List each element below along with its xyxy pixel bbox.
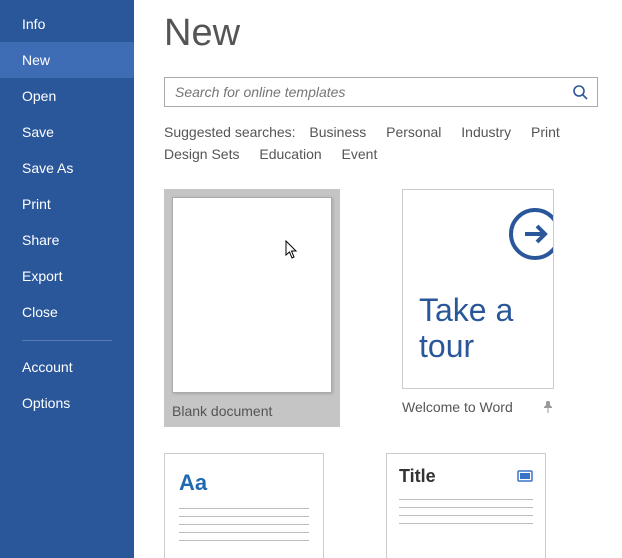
placeholder-lines [179,508,309,541]
placeholder-lines [399,499,533,524]
suggested-searches: Suggested searches: Business Personal In… [164,121,598,165]
search-box [164,77,598,107]
search-icon [572,84,588,100]
suggested-link-print[interactable]: Print [531,121,560,143]
main-panel: New Suggested searches: Business Persona… [134,0,622,558]
sidebar-item-share[interactable]: Share [0,222,134,258]
search-input[interactable] [165,84,563,100]
suggested-link-design-sets[interactable]: Design Sets [164,143,239,165]
template-single-spaced[interactable]: Aa [164,453,324,558]
search-button[interactable] [563,78,597,106]
template-tour-label: Welcome to Word [402,399,513,415]
sidebar-item-save-as[interactable]: Save As [0,150,134,186]
page-title: New [164,12,622,55]
arrow-right-circle-icon [505,204,554,264]
template-gallery: Blank document Take a tour Welcome to Wo… [164,189,622,558]
template-tour-text: Take a tour [419,292,553,364]
sidebar-item-save[interactable]: Save [0,114,134,150]
template-blank-document[interactable]: Blank document [164,189,340,427]
suggested-link-personal[interactable]: Personal [386,121,441,143]
template-blank-preview [172,197,332,393]
sidebar-item-open[interactable]: Open [0,78,134,114]
chat-icon [517,470,533,484]
template-aa-text: Aa [179,470,309,496]
sidebar-item-info[interactable]: Info [0,6,134,42]
template-aa-preview: Aa [164,453,324,558]
sidebar-divider [22,340,112,341]
suggested-link-industry[interactable]: Industry [461,121,511,143]
pin-icon[interactable] [542,401,554,413]
sidebar-item-options[interactable]: Options [0,385,134,421]
template-tour-preview: Take a tour [402,189,554,389]
suggested-label: Suggested searches: [164,124,296,140]
suggested-link-business[interactable]: Business [309,121,366,143]
template-blank-label: Blank document [172,403,272,419]
template-blog-post[interactable]: Title [386,453,538,558]
sidebar-item-print[interactable]: Print [0,186,134,222]
template-title-text: Title [399,466,436,487]
sidebar-item-export[interactable]: Export [0,258,134,294]
sidebar-item-close[interactable]: Close [0,294,134,330]
suggested-link-education[interactable]: Education [259,143,321,165]
cursor-icon [285,240,301,260]
sidebar-item-new[interactable]: New [0,42,134,78]
sidebar-item-account[interactable]: Account [0,349,134,385]
suggested-link-event[interactable]: Event [342,143,378,165]
template-title-preview: Title [386,453,546,558]
template-welcome-to-word[interactable]: Take a tour Welcome to Word [402,189,554,427]
backstage-sidebar: Info New Open Save Save As Print Share E… [0,0,134,558]
